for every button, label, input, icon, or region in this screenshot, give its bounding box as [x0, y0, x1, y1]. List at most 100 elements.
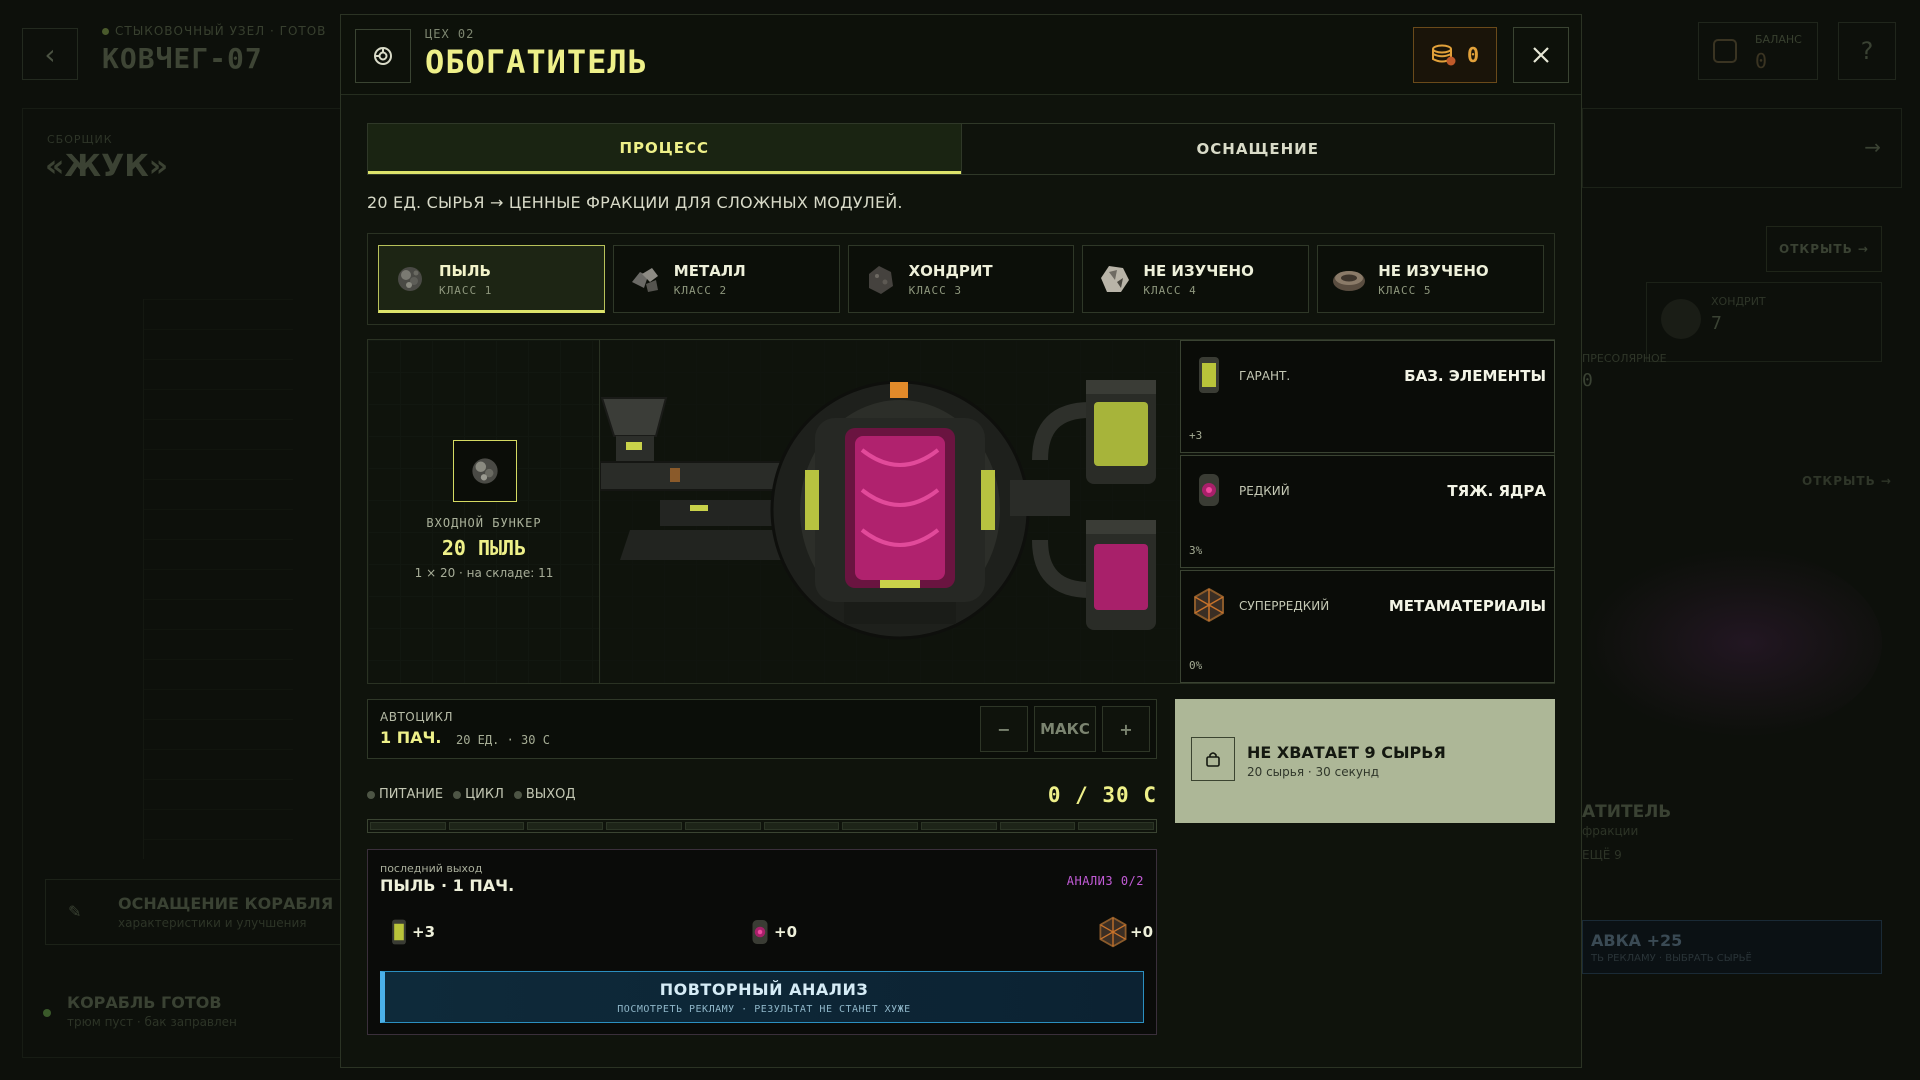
reanalyze-title: ПОВТОРНЫЙ АНАЛИЗ: [659, 980, 869, 999]
output-chance: 0%: [1189, 659, 1203, 672]
coins-counter[interactable]: 0: [1413, 27, 1497, 83]
status-output: ВЫХОД: [513, 787, 576, 802]
resource-metal[interactable]: МЕТАЛЛ КЛАСС 2: [612, 245, 840, 313]
last-output-value: +0: [774, 923, 798, 941]
station-status-text: СТЫКОВОЧНЫЙ УЗЕЛ · ГОТОВ: [115, 24, 327, 38]
help-button[interactable]: ?: [1838, 22, 1896, 80]
resource-selector: ПЫЛЬ КЛАСС 1 МЕТАЛЛ КЛАСС 2 ХОНДРИТ КЛАС…: [367, 233, 1555, 325]
open-button-2[interactable]: ОТКРЫТЬ →: [1802, 474, 1892, 488]
background-right-panel: → ОТКРЫТЬ → ХОНДРИТ 7 ПРЕСОЛЯРНОЕ 0 ОТКР…: [1582, 108, 1902, 1058]
resource-unknown-5[interactable]: НЕ ИЗУЧЕНО КЛАСС 5: [1317, 245, 1544, 313]
tab-process[interactable]: ПРОЦЕСС: [368, 124, 961, 174]
balance-label: БАЛАНС: [1755, 33, 1802, 46]
tab-equipment[interactable]: ОСНАЩЕНИЕ: [960, 124, 1555, 174]
resource-dust[interactable]: ПЫЛЬ КЛАСС 1: [378, 245, 605, 313]
output-tier: ГАРАНТ.: [1239, 369, 1291, 383]
start-process-subtitle: 20 сырья · 30 секунд: [1247, 765, 1380, 779]
last-output-title: ПЫЛЬ · 1 ПАЧ.: [380, 876, 515, 895]
resource-name: МЕТАЛЛ: [673, 262, 746, 280]
cycle-progress-bar: [367, 819, 1157, 833]
status-cycle-label: ЦИКЛ: [465, 787, 504, 802]
output-tier: РЕДКИЙ: [1239, 484, 1290, 498]
autocycle-label: АВТОЦИКЛ: [380, 710, 454, 724]
progress-segment: [370, 822, 446, 830]
progress-segment: [763, 822, 840, 830]
station-status: СТЫКОВОЧНЫЙ УЗЕЛ · ГОТОВ: [102, 24, 326, 38]
reanalyze-subtitle: ПОСМОТРЕТЬ РЕКЛАМУ · РЕЗУЛЬТАТ НЕ СТАНЕТ…: [617, 1004, 911, 1015]
status-output-label: ВЫХОД: [525, 787, 576, 802]
chondrite-card: ХОНДРИТ 7: [1646, 282, 1882, 362]
output-name: ТЯЖ. ЯДРА: [1447, 482, 1546, 500]
enricher-preview-name: АТИТЕЛЬ: [1582, 802, 1672, 822]
resource-name: ХОНДРИТ: [908, 262, 993, 280]
output-guaranteed: ГАРАНТ. БАЗ. ЭЛЕМЕНТЫ +3: [1180, 340, 1555, 453]
yellow-canister-icon: [392, 919, 406, 945]
cycle-timer: 0 / 30 С: [1047, 783, 1157, 807]
assembler-label: СБОРЩИК: [47, 133, 113, 146]
autocycle-value: 1 ПАЧ.: [380, 728, 442, 747]
last-output-value: +3: [412, 923, 436, 941]
load-ad-subtitle: ТЬ РЕКЛАМУ · ВЫБРАТЬ СЫРЬЁ: [1591, 953, 1752, 964]
load-ad-title: АВКА +25: [1591, 931, 1683, 950]
process-stage: ВХОДНОЙ БУНКЕР 20 ПЫЛЬ 1 × 20 · на склад…: [367, 339, 1555, 684]
start-process-button[interactable]: НЕ ХВАТАЕТ 9 СЫРЬЯ 20 сырья · 30 секунд: [1175, 699, 1555, 823]
yellow-canister-icon: [1199, 357, 1219, 393]
dust-icon: [472, 458, 498, 484]
bunker-slot[interactable]: [453, 440, 517, 502]
load-ad-button[interactable]: АВКА +25 ТЬ РЕКЛАМУ · ВЫБРАТЬ СЫРЬЁ: [1582, 920, 1882, 974]
decrease-button[interactable]: −: [980, 706, 1028, 752]
output-fractions: ГАРАНТ. БАЗ. ЭЛЕМЕНТЫ +3 РЕДКИЙ ТЯЖ. ЯДР…: [1180, 340, 1555, 683]
modal-header: ЦЕХ 02 ОБОГАТИТЕЛЬ 0: [341, 15, 1581, 95]
enricher-modal: ЦЕХ 02 ОБОГАТИТЕЛЬ 0 ПРОЦЕСС ОСНАЩЕНИЕ 2…: [340, 14, 1582, 1068]
resource-unknown-4[interactable]: НЕ ИЗУЧЕНО КЛАСС 4: [1082, 245, 1310, 313]
autocycle-panel: АВТОЦИКЛ 1 ПАЧ. 20 ЕД. · 30 С − МАКС +: [367, 699, 1157, 759]
power-dot: [367, 790, 375, 799]
open-button[interactable]: ОТКРЫТЬ →: [1766, 226, 1882, 272]
modal-tabs: ПРОЦЕСС ОСНАЩЕНИЕ: [367, 123, 1555, 175]
back-button[interactable]: ‹: [22, 28, 78, 80]
enricher-preview: [1582, 548, 1882, 738]
chondrite-icon: [868, 266, 893, 294]
resource-class: КЛАСС 4: [1143, 284, 1197, 297]
enricher-preview-remaining: ЕЩЁ 9: [1582, 848, 1622, 862]
max-button[interactable]: МАКС: [1034, 706, 1096, 752]
last-output-item: +3: [388, 910, 435, 954]
output-name: МЕТАМАТЕРИАЛЫ: [1388, 597, 1546, 615]
last-output-item: +0: [748, 910, 797, 954]
resource-chondrite[interactable]: ХОНДРИТ КЛАСС 3: [847, 245, 1075, 313]
pink-core-icon: [1199, 474, 1219, 506]
ship-equipment-button[interactable]: ✎ ОСНАЩЕНИЕ КОРАБЛЯ характеристики и улу…: [45, 879, 355, 945]
progress-segment: [920, 822, 997, 830]
increase-button[interactable]: +: [1102, 706, 1150, 752]
metamaterial-cube-icon: [1194, 587, 1224, 623]
progress-segment: [606, 822, 682, 830]
output-chance: 3%: [1189, 544, 1203, 557]
bunker-value: 20 ПЫЛЬ: [441, 536, 527, 560]
disc-rock-icon: [1333, 271, 1366, 291]
right-panel-card[interactable]: →: [1582, 108, 1902, 188]
ready-dot: [43, 1009, 51, 1017]
resource-class: КЛАСС 5: [1378, 284, 1432, 297]
output-superrare: СУПЕРРЕДКИЙ МЕТАМАТЕРИАЛЫ 0%: [1180, 570, 1555, 683]
output-chance: +3: [1189, 429, 1203, 442]
cycle-dot: [453, 790, 462, 799]
enricher-machine-illustration: [599, 340, 1180, 683]
bunker-label: ВХОДНОЙ БУНКЕР: [426, 516, 542, 530]
modal-subtitle: ЦЕХ 02: [425, 27, 475, 41]
status-power: ПИТАНИЕ: [367, 787, 443, 802]
reanalyze-button[interactable]: ПОВТОРНЫЙ АНАЛИЗ ПОСМОТРЕТЬ РЕКЛАМУ · РЕ…: [380, 971, 1144, 1023]
enricher-machine-icon: [599, 380, 1156, 640]
enricher-preview-sub: фракции: [1582, 824, 1639, 838]
resource-class: КЛАСС 2: [673, 284, 728, 297]
close-button[interactable]: [1513, 27, 1569, 83]
last-output-label: последний выход: [380, 862, 483, 875]
progress-segment: [448, 822, 525, 830]
workshop-icon: [355, 29, 411, 83]
start-process-title: НЕ ХВАТАЕТ 9 СЫРЬЯ: [1247, 743, 1446, 762]
process-description: 20 ЕД. СЫРЬЯ → ЦЕННЫЕ ФРАКЦИИ ДЛЯ СЛОЖНЫ…: [367, 193, 903, 212]
last-output-item: +0: [1098, 910, 1153, 954]
chondrite-icon: [1661, 299, 1701, 339]
output-name: БАЗ. ЭЛЕМЕНТЫ: [1404, 367, 1546, 385]
balance-panel[interactable]: БАЛАНС 0: [1698, 22, 1818, 80]
wrench-icon: ✎: [68, 902, 82, 921]
